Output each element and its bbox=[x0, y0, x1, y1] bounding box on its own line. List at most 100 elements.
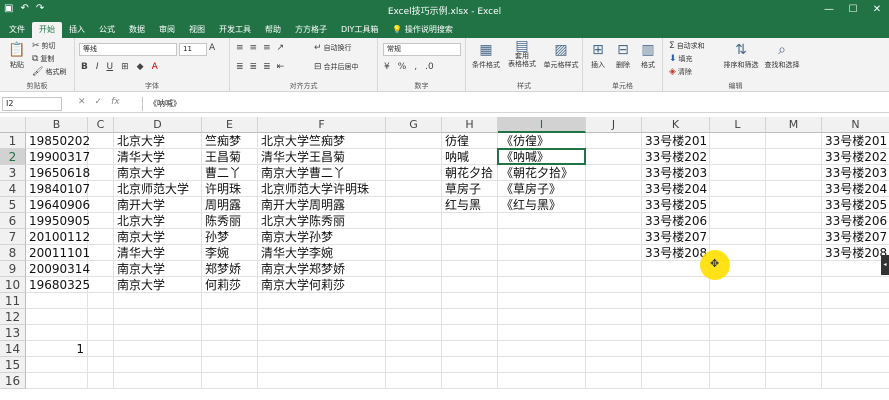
cell-C15[interactable] bbox=[88, 357, 114, 373]
tab-9[interactable]: 方方格子 bbox=[288, 22, 334, 38]
cell-M4[interactable] bbox=[766, 181, 822, 197]
function-icon[interactable]: fx bbox=[111, 97, 120, 107]
cell-J16[interactable] bbox=[586, 373, 642, 389]
cell-I15[interactable] bbox=[498, 357, 586, 373]
cell-J11[interactable] bbox=[586, 293, 642, 309]
cell-M1[interactable] bbox=[766, 133, 822, 149]
row-header-12[interactable]: 12 bbox=[0, 309, 26, 325]
font-name-select[interactable]: 等线 bbox=[79, 43, 177, 56]
cell-K8[interactable]: 33号楼208 bbox=[642, 245, 710, 261]
cell-D2[interactable]: 清华大学 bbox=[114, 149, 202, 165]
tab-2[interactable]: 插入 bbox=[62, 22, 92, 38]
cell-E9[interactable]: 郑梦娇 bbox=[202, 261, 258, 277]
cell-D5[interactable]: 南开大学 bbox=[114, 197, 202, 213]
cell-G10[interactable] bbox=[386, 277, 442, 293]
column-header-N[interactable]: N bbox=[822, 117, 889, 133]
cell-H7[interactable] bbox=[442, 229, 498, 245]
fill-button[interactable]: ⬇ 填充 bbox=[669, 54, 693, 64]
delete-cells-button[interactable]: ⊟ 删除 bbox=[612, 42, 634, 70]
cell-J4[interactable] bbox=[586, 181, 642, 197]
cell-M2[interactable] bbox=[766, 149, 822, 165]
row-header-16[interactable]: 16 bbox=[0, 373, 26, 389]
row-header-9[interactable]: 9 bbox=[0, 261, 26, 277]
find-select-button[interactable]: ⌕ 查找和选择 bbox=[763, 42, 801, 70]
cell-G15[interactable] bbox=[386, 357, 442, 373]
fill-color-icon[interactable]: ◆ bbox=[137, 62, 144, 72]
cell-B1[interactable]: 19850202 bbox=[26, 133, 90, 149]
cell-B6[interactable]: 19950905 bbox=[26, 213, 90, 229]
align-top-icon[interactable]: ≡ bbox=[236, 43, 244, 53]
cell-H12[interactable] bbox=[442, 309, 498, 325]
cell-D14[interactable] bbox=[114, 341, 202, 357]
cell-H6[interactable] bbox=[442, 213, 498, 229]
column-header-M[interactable]: M bbox=[766, 117, 822, 133]
cell-D8[interactable]: 清华大学 bbox=[114, 245, 202, 261]
cell-M12[interactable] bbox=[766, 309, 822, 325]
align-middle-icon[interactable]: ≡ bbox=[250, 43, 258, 53]
cell-G2[interactable] bbox=[386, 149, 442, 165]
cell-I12[interactable] bbox=[498, 309, 586, 325]
cell-N2[interactable]: 33号楼202 bbox=[822, 149, 889, 165]
cell-I14[interactable] bbox=[498, 341, 586, 357]
cell-E14[interactable] bbox=[202, 341, 258, 357]
tab-7[interactable]: 开发工具 bbox=[212, 22, 258, 38]
cell-H15[interactable] bbox=[442, 357, 498, 373]
cell-B14[interactable]: 1 bbox=[26, 341, 88, 357]
align-bottom-icon[interactable]: ≡ bbox=[263, 43, 271, 53]
paste-button[interactable]: 📋 粘贴 bbox=[6, 42, 28, 70]
cell-E16[interactable] bbox=[202, 373, 258, 389]
cell-L3[interactable] bbox=[710, 165, 766, 181]
clear-button[interactable]: ◈ 清除 bbox=[669, 67, 692, 77]
cell-E15[interactable] bbox=[202, 357, 258, 373]
row-header-14[interactable]: 14 bbox=[0, 341, 26, 357]
currency-icon[interactable]: ¥ bbox=[384, 62, 390, 72]
cell-F16[interactable] bbox=[258, 373, 386, 389]
column-header-L[interactable]: L bbox=[710, 117, 766, 133]
cell-M15[interactable] bbox=[766, 357, 822, 373]
column-header-J[interactable]: J bbox=[586, 117, 642, 133]
cell-F15[interactable] bbox=[258, 357, 386, 373]
cell-L14[interactable] bbox=[710, 341, 766, 357]
cell-L6[interactable] bbox=[710, 213, 766, 229]
cell-N4[interactable]: 33号楼204 bbox=[822, 181, 889, 197]
column-header-H[interactable]: H bbox=[442, 117, 498, 133]
cell-K13[interactable] bbox=[642, 325, 710, 341]
cell-H10[interactable] bbox=[442, 277, 498, 293]
cell-D11[interactable] bbox=[114, 293, 202, 309]
cell-K11[interactable] bbox=[642, 293, 710, 309]
tab-6[interactable]: 视图 bbox=[182, 22, 212, 38]
cell-J5[interactable] bbox=[586, 197, 642, 213]
format-table-button[interactable]: ▤ 套用 表格格式 bbox=[506, 39, 538, 68]
cell-D7[interactable]: 南京大学 bbox=[114, 229, 202, 245]
cell-I4[interactable]: 《草房子》 bbox=[498, 181, 586, 197]
cell-H3[interactable]: 朝花夕拾 bbox=[442, 165, 498, 181]
cell-L1[interactable] bbox=[710, 133, 766, 149]
row-header-8[interactable]: 8 bbox=[0, 245, 26, 261]
cell-G6[interactable] bbox=[386, 213, 442, 229]
align-center-icon[interactable]: ≣ bbox=[250, 62, 258, 72]
number-format-select[interactable]: 常规 bbox=[383, 43, 461, 56]
cell-C11[interactable] bbox=[88, 293, 114, 309]
cell-F4[interactable]: 北京师范大学许明珠 bbox=[258, 181, 386, 197]
cell-J6[interactable] bbox=[586, 213, 642, 229]
cell-F11[interactable] bbox=[258, 293, 386, 309]
cell-J10[interactable] bbox=[586, 277, 642, 293]
cell-B8[interactable]: 20011101 bbox=[26, 245, 90, 261]
cell-N5[interactable]: 33号楼205 bbox=[822, 197, 889, 213]
cell-J7[interactable] bbox=[586, 229, 642, 245]
cell-M10[interactable] bbox=[766, 277, 822, 293]
cell-L11[interactable] bbox=[710, 293, 766, 309]
cell-I3[interactable]: 《朝花夕拾》 bbox=[498, 165, 586, 181]
cell-C6[interactable] bbox=[88, 213, 114, 229]
cell-N7[interactable]: 33号楼207 bbox=[822, 229, 889, 245]
cell-L16[interactable] bbox=[710, 373, 766, 389]
cell-G8[interactable] bbox=[386, 245, 442, 261]
cell-G11[interactable] bbox=[386, 293, 442, 309]
column-header-E[interactable]: E bbox=[202, 117, 258, 133]
conditional-format-button[interactable]: ▦ 条件格式 bbox=[470, 42, 502, 70]
row-header-2[interactable]: 2 bbox=[0, 149, 26, 165]
cell-L5[interactable] bbox=[710, 197, 766, 213]
cell-J2[interactable] bbox=[586, 149, 642, 165]
cell-G14[interactable] bbox=[386, 341, 442, 357]
cell-J13[interactable] bbox=[586, 325, 642, 341]
